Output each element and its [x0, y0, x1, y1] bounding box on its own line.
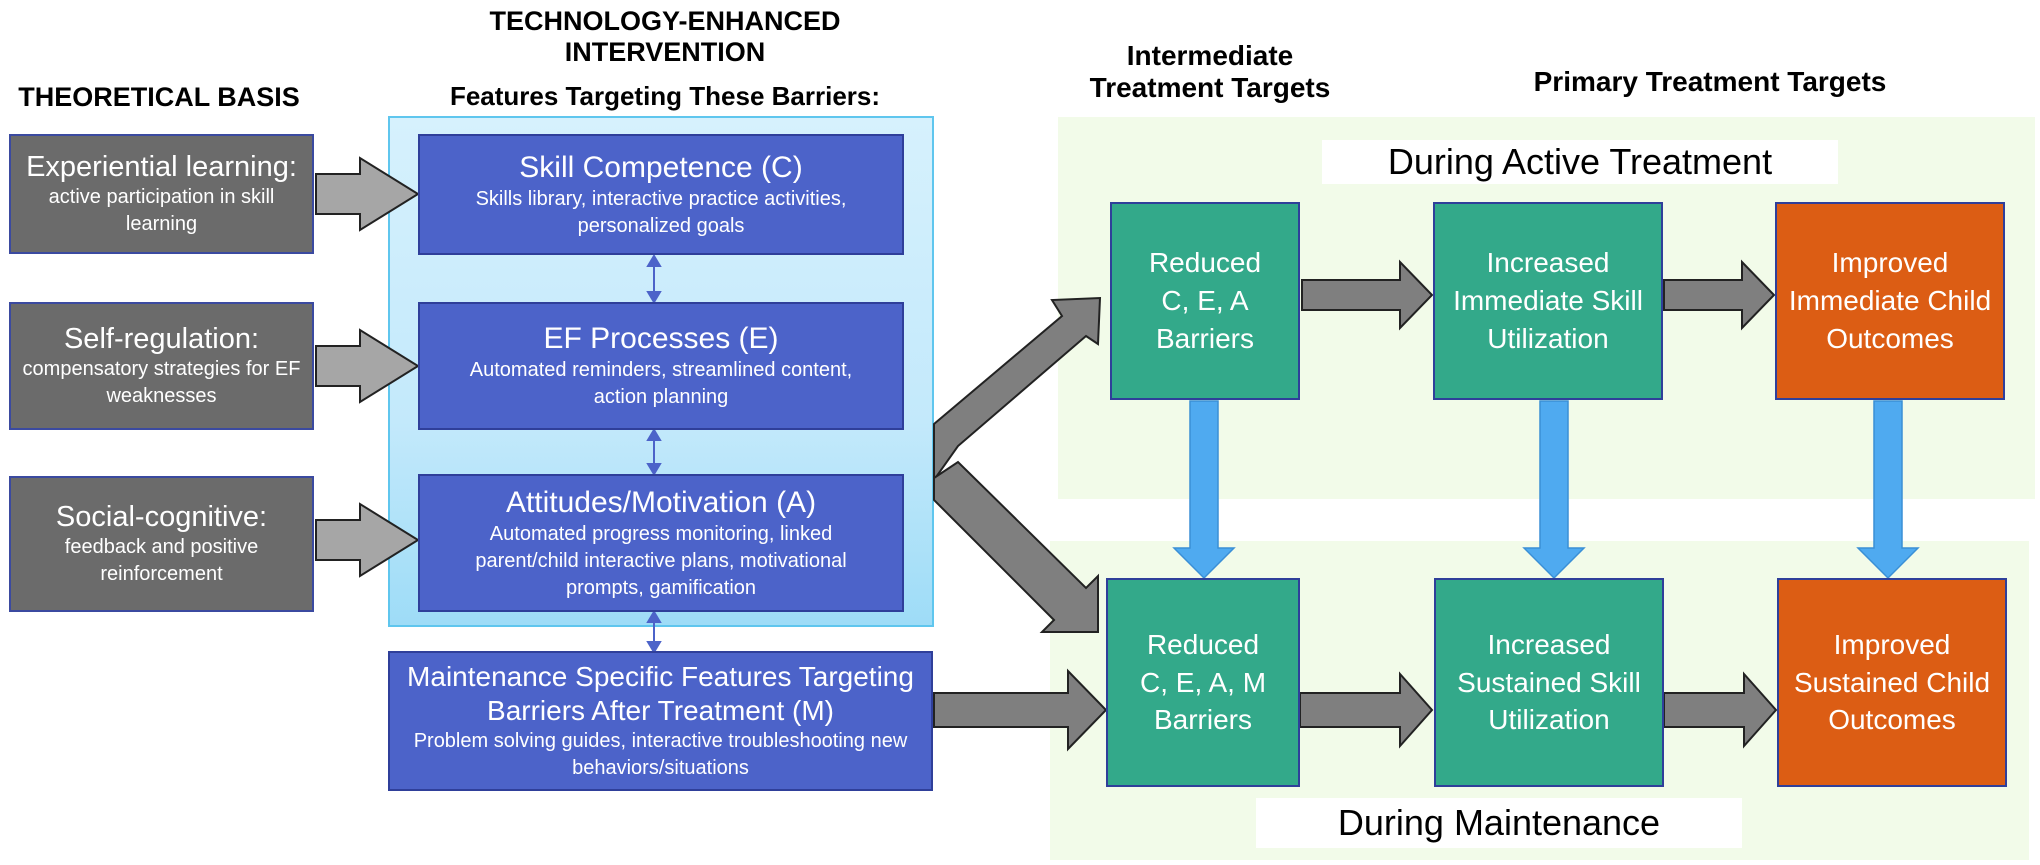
feature-title: Skill Competence (C)	[519, 150, 803, 184]
target-line1: Increased	[1486, 247, 1610, 279]
target-line3: Utilization	[1488, 704, 1610, 736]
theory-desc: active participation in skill learning	[48, 186, 275, 236]
target-line3: Barriers	[1155, 322, 1254, 354]
arrow-maint-1-2	[1299, 671, 1434, 749]
target-line2: Sustained Child	[1793, 666, 1991, 698]
target-improved-immediate-outcomes: Improved Immediate Child Outcomes	[1775, 202, 2005, 400]
feature-box-maintenance: Maintenance Specific Features Targeting …	[388, 651, 933, 791]
theory-box-experiential: Experiential learning: active participat…	[9, 134, 314, 254]
theory-box-social-cognitive: Social-cognitive: feedback and positive …	[9, 476, 314, 612]
theory-title: Social-cognitive:	[55, 500, 268, 533]
target-line3: Barriers	[1153, 704, 1252, 736]
arrow-theory-2	[315, 328, 420, 404]
arrow-active-1-2	[1301, 259, 1434, 331]
arrow-theory-3	[315, 502, 420, 578]
target-line1: Improved	[1831, 247, 1949, 279]
feature-title: EF Processes (E)	[543, 322, 779, 355]
target-line1: Increased	[1487, 628, 1611, 660]
theory-desc: compensatory strategies for EF weaknesse…	[22, 358, 301, 408]
target-line2: C, E, A	[1161, 285, 1249, 317]
target-line1: Reduced	[1148, 247, 1262, 279]
arrow-active-2-3	[1663, 259, 1776, 331]
arrow-maint-2-3	[1663, 671, 1778, 749]
feature-title: Attitudes/Motivation (A)	[505, 485, 817, 519]
target-line3: Outcomes	[1828, 704, 1956, 736]
arrow-maintenance-feature	[933, 668, 1108, 752]
blue-arrow-1	[1172, 400, 1236, 580]
feature-box-skill-competence: Skill Competence (C) Skills library, int…	[418, 134, 904, 255]
feature-box-attitudes-motivation: Attitudes/Motivation (A) Automated progr…	[418, 474, 904, 612]
feature-box-ef-processes: EF Processes (E) Automated reminders, st…	[418, 302, 904, 430]
target-reduced-cea-barriers: Reduced C, E, A Barriers	[1110, 202, 1300, 400]
target-increased-sustained-skill: Increased Sustained Skill Utilization	[1434, 578, 1664, 787]
feature-desc: Skills library, interactive practice act…	[475, 187, 847, 237]
target-improved-sustained-outcomes: Improved Sustained Child Outcomes	[1777, 578, 2007, 787]
theory-desc: feedback and positive reinforcement	[64, 536, 259, 586]
feature-desc: Automated progress monitoring, linked pa…	[475, 522, 847, 599]
arrow-theory-1	[315, 156, 420, 232]
theory-title: Experiential learning:	[26, 150, 297, 183]
double-arrow-e-a	[646, 428, 662, 476]
arrow-to-maintenance-barriers	[933, 460, 1099, 633]
target-line2: Immediate Child	[1788, 285, 1992, 317]
target-line1: Reduced	[1146, 628, 1260, 660]
target-line1: Improved	[1833, 628, 1951, 660]
target-increased-immediate-skill: Increased Immediate Skill Utilization	[1433, 202, 1663, 400]
theory-box-self-regulation: Self-regulation: compensatory strategies…	[9, 302, 314, 430]
target-line3: Outcomes	[1826, 322, 1954, 354]
target-line2: Sustained Skill	[1457, 666, 1641, 698]
theory-title: Self-regulation:	[63, 322, 260, 355]
blue-arrow-3	[1856, 400, 1920, 580]
target-line2: C, E, A, M	[1139, 666, 1267, 698]
connector-arrows	[315, 156, 1920, 752]
target-reduced-ceam-barriers: Reduced C, E, A, M Barriers	[1106, 578, 1300, 787]
blue-arrow-2	[1522, 400, 1586, 580]
target-line2: Immediate Skill	[1453, 285, 1643, 317]
arrow-to-active-barriers	[933, 296, 1102, 484]
feature-title: Maintenance Specific Features Targeting …	[407, 661, 914, 726]
double-arrow-a-m	[646, 610, 662, 654]
double-arrow-c-e	[646, 254, 662, 304]
feature-desc: Problem solving guides, interactive trou…	[413, 729, 908, 779]
feature-desc: Automated reminders, streamlined content…	[469, 359, 853, 408]
target-line3: Utilization	[1487, 322, 1609, 354]
